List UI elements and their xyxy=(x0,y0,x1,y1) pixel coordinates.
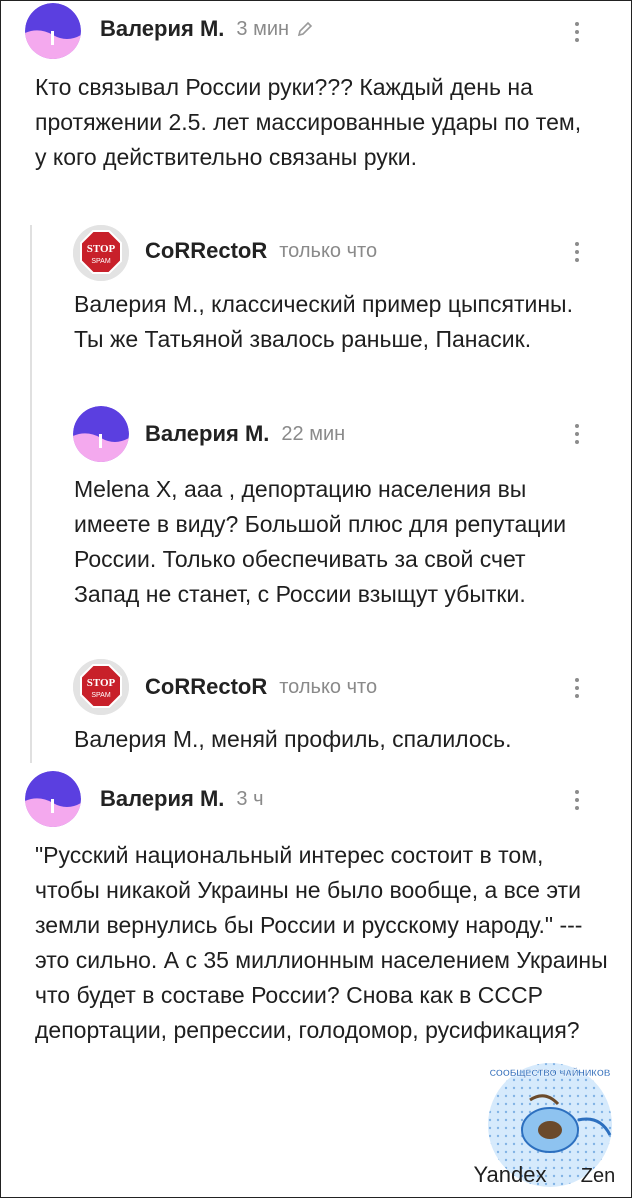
comment-text: Melena X, ааа , депортацию населения вы … xyxy=(74,476,567,607)
pencil-icon xyxy=(297,21,313,37)
comment-author[interactable]: CoRRectoR xyxy=(145,674,267,700)
reply-thread-line xyxy=(30,225,32,763)
comment-header: CoRRectoR только что xyxy=(145,238,377,264)
comment-text: Кто связывал России руки??? Каждый день … xyxy=(35,74,582,170)
user-avatar[interactable] xyxy=(25,771,81,827)
purple-pink-avatar-icon xyxy=(73,406,129,462)
comment-header: Валерия М. 3 мин xyxy=(100,16,313,42)
stop-spam-avatar-icon: STOP SPAM xyxy=(73,225,129,281)
spam-text: SPAM xyxy=(91,692,110,699)
comment-text: Валерия М., классический пример цыпсятин… xyxy=(74,291,573,352)
comment-time: только что xyxy=(279,675,378,698)
comment-header: Валерия М. 3 ч xyxy=(100,786,264,812)
comment-time: 3 ч xyxy=(236,787,264,810)
user-avatar[interactable] xyxy=(73,406,129,462)
more-options-icon[interactable] xyxy=(574,242,580,264)
comment-author[interactable]: Валерия М. xyxy=(145,421,269,447)
teapot-community-logo-icon: СООБЩЕСТВО ЧАЙНИКОВ Yandex Zen xyxy=(474,1063,615,1187)
purple-pink-avatar-icon xyxy=(25,771,81,827)
yandex-text: Yandex xyxy=(474,1162,547,1187)
more-options-icon[interactable] xyxy=(574,22,580,44)
stop-text: STOP xyxy=(87,677,116,689)
spam-text: SPAM xyxy=(91,258,110,265)
comment-author[interactable]: CoRRectoR xyxy=(145,238,267,264)
stop-text: STOP xyxy=(87,243,116,255)
user-avatar[interactable]: STOP SPAM xyxy=(73,225,129,281)
user-avatar[interactable]: STOP SPAM xyxy=(73,659,129,715)
user-avatar[interactable] xyxy=(25,3,81,59)
community-text: СООБЩЕСТВО ЧАЙНИКОВ xyxy=(490,1067,611,1078)
more-options-icon[interactable] xyxy=(574,790,580,812)
comment-author[interactable]: Валерия М. xyxy=(100,16,224,42)
comment-text: "Русский национальный интерес состоит в … xyxy=(35,842,608,1043)
comment-time: только что xyxy=(279,239,378,262)
comment-time: 3 мин xyxy=(236,17,290,40)
comment-header: CoRRectoR только что xyxy=(145,674,377,700)
comment-header: Валерия М. 22 мин xyxy=(145,421,345,447)
yandex-zen-watermark: СООБЩЕСТВО ЧАЙНИКОВ Yandex Zen xyxy=(470,1060,630,1190)
more-options-icon[interactable] xyxy=(574,424,580,446)
comment-time: 22 мин xyxy=(281,422,346,445)
purple-pink-avatar-icon xyxy=(25,3,81,59)
comment-text: Валерия М., меняй профиль, спалилось. xyxy=(74,726,512,752)
zen-text: Zen xyxy=(581,1165,615,1187)
stop-spam-avatar-icon: STOP SPAM xyxy=(73,659,129,715)
more-options-icon[interactable] xyxy=(574,678,580,700)
comment-author[interactable]: Валерия М. xyxy=(100,786,224,812)
